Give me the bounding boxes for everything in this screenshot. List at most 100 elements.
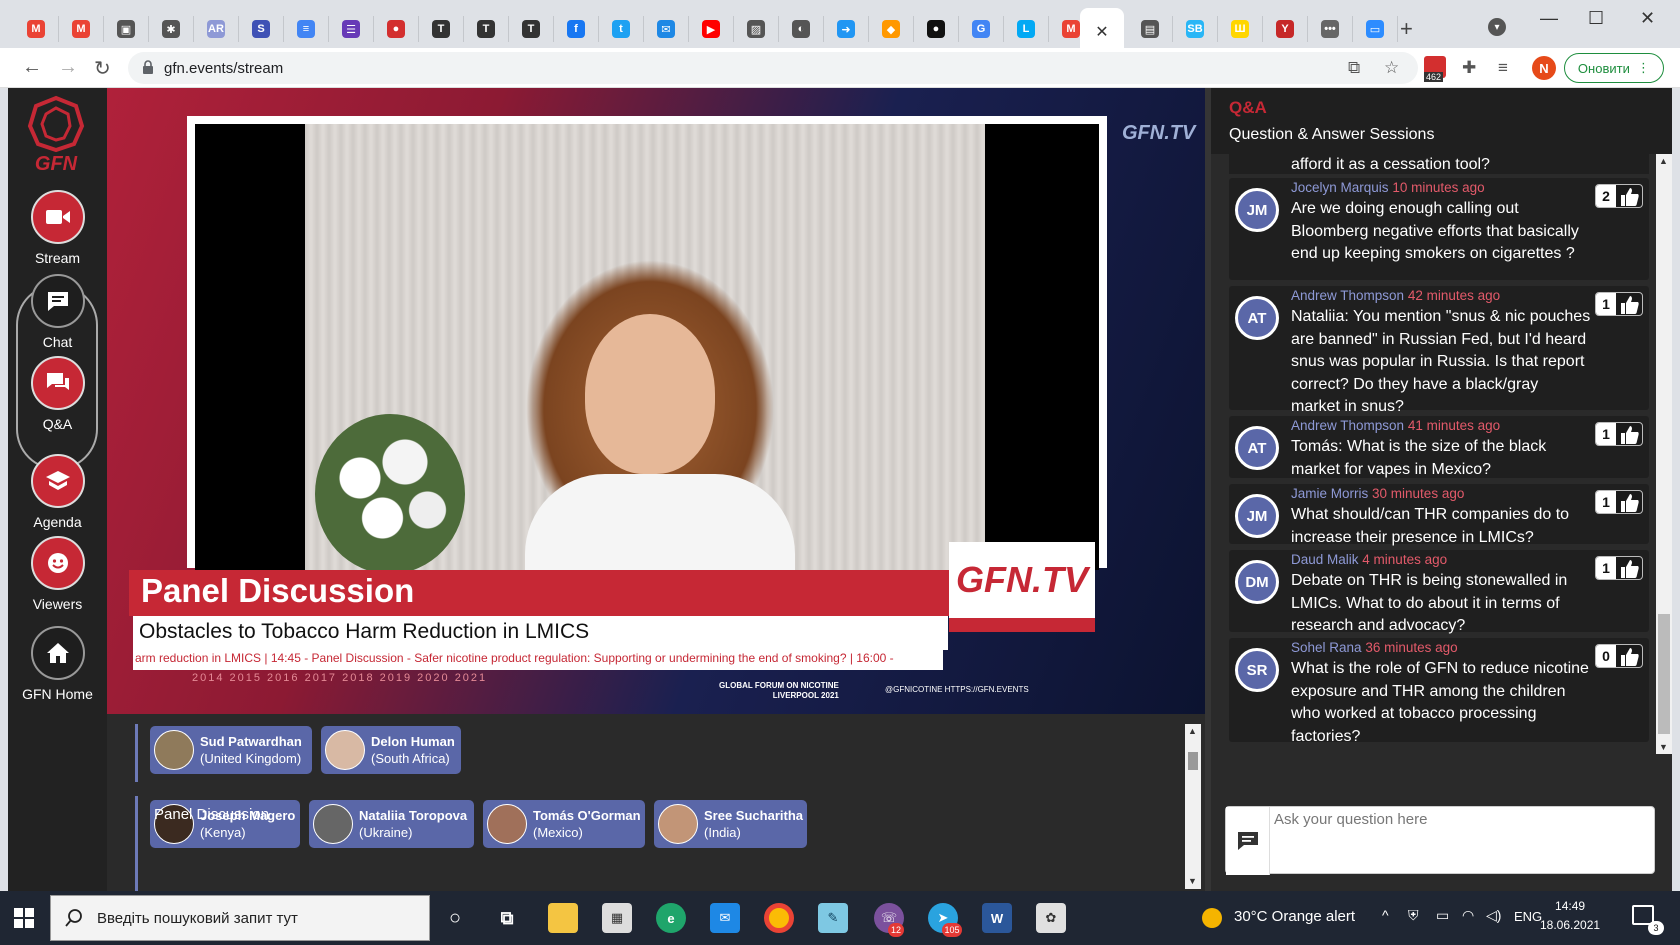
youtube-icon: ▶ xyxy=(702,20,720,38)
chrome-icon[interactable] xyxy=(764,903,794,933)
speaker-chip[interactable]: Sree Sucharitha (India) xyxy=(654,800,807,848)
nav-chat[interactable]: Chat xyxy=(8,274,107,350)
pinned-tab[interactable]: G xyxy=(959,16,1004,42)
pinned-tab[interactable]: T xyxy=(464,16,509,42)
taskbar-clock[interactable]: 14:49 18.06.2021 xyxy=(1540,897,1600,935)
notes-icon[interactable]: ✎ xyxy=(818,903,848,933)
nav-agenda[interactable]: Agenda xyxy=(8,454,107,530)
pinned-tab[interactable]: ✉ xyxy=(644,16,689,42)
pinned-tab[interactable]: ● xyxy=(914,16,959,42)
qa-question-list[interactable]: afford it as a cessation tool? JM Jocely… xyxy=(1211,154,1656,859)
word-icon[interactable]: W xyxy=(982,903,1012,933)
maximize-button[interactable]: ☐ xyxy=(1588,8,1604,29)
security-icon[interactable]: ⛨ xyxy=(1408,907,1419,924)
scroll-up-icon[interactable]: ▲ xyxy=(1659,156,1668,166)
pinned-tab[interactable]: Ш xyxy=(1218,16,1263,42)
scrollbar-thumb[interactable] xyxy=(1658,614,1670,734)
viber-badge: 12 xyxy=(888,923,904,937)
scroll-down-icon[interactable]: ▼ xyxy=(1659,742,1668,752)
forward-arrow-icon[interactable]: → xyxy=(58,56,78,79)
upvote-button[interactable]: 1 xyxy=(1595,556,1643,580)
pinned-tab[interactable]: ✱ xyxy=(149,16,194,42)
scroll-up-icon[interactable]: ▲ xyxy=(1188,726,1197,736)
question-card: DM Daud Malik 4 minutes ago Debate on TH… xyxy=(1229,550,1649,634)
speaker-chip[interactable]: Nataliia Toropova (Ukraine) xyxy=(309,800,474,848)
pinned-tab[interactable]: ▣ xyxy=(104,16,149,42)
weather-text[interactable]: 30°C Orange alert xyxy=(1234,908,1355,925)
pinned-tab[interactable]: AR xyxy=(194,16,239,42)
battery-icon[interactable]: ▭ xyxy=(1436,907,1449,924)
pinned-tab[interactable]: S xyxy=(239,16,284,42)
language-indicator[interactable]: ENG xyxy=(1514,909,1542,924)
speaker-chip[interactable]: Tomás O'Gorman (Mexico) xyxy=(483,800,645,848)
wifi-icon[interactable]: ◠ xyxy=(1462,907,1474,924)
pinned-tab[interactable]: M xyxy=(14,16,59,42)
pinned-tab[interactable]: ◆ xyxy=(869,16,914,42)
pinned-tab[interactable]: t xyxy=(599,16,644,42)
nav-gfn-home[interactable]: GFN Home xyxy=(8,626,107,702)
new-tab-button[interactable]: + xyxy=(1400,16,1413,42)
tab-search-icon[interactable]: ▾ xyxy=(1488,18,1506,36)
volume-icon[interactable]: ◁) xyxy=(1486,907,1501,924)
video-player[interactable]: GFN.TV Panel Discussion Obstacles to Tob… xyxy=(107,88,1205,714)
ask-question-input[interactable] xyxy=(1274,811,1650,869)
group-1-line xyxy=(135,724,138,782)
speaker-chip[interactable]: Delon Human (South Africa) xyxy=(321,726,461,774)
pinned-tab[interactable]: ☰ xyxy=(329,16,374,42)
nav-stream[interactable]: Stream xyxy=(8,190,107,266)
reload-icon[interactable]: ↻ xyxy=(94,56,111,81)
pinned-tab[interactable]: ▨ xyxy=(734,16,779,42)
url-text[interactable]: gfn.events/stream xyxy=(164,60,283,77)
taskbar-search[interactable]: Введіть пошуковий запит тут xyxy=(50,895,430,941)
thumbs-up-icon xyxy=(1621,494,1639,512)
bookmark-star-icon[interactable]: ☆ xyxy=(1384,58,1399,78)
pinned-tab[interactable]: ••• xyxy=(1308,16,1353,42)
nav-qa[interactable]: Q&A xyxy=(8,356,107,432)
file-explorer-icon[interactable] xyxy=(548,903,578,933)
close-tab-icon[interactable]: ✕ xyxy=(1095,22,1108,42)
pinned-tab[interactable]: T xyxy=(419,16,464,42)
cortana-icon[interactable]: ○ xyxy=(440,903,470,933)
profile-avatar[interactable]: N xyxy=(1532,56,1556,80)
pinned-tab[interactable]: ▶ xyxy=(689,16,734,42)
pinned-tab[interactable]: Y xyxy=(1263,16,1308,42)
back-arrow-icon[interactable]: ← xyxy=(22,56,42,79)
address-bar[interactable]: gfn.events/stream xyxy=(128,52,1418,84)
close-window-button[interactable]: ✕ xyxy=(1640,8,1655,29)
pinned-tab[interactable]: ▤ xyxy=(1128,16,1173,42)
qa-scrollbar[interactable]: ▲ ▼ xyxy=(1656,154,1672,754)
scrollbar-thumb[interactable] xyxy=(1188,752,1198,770)
pinned-tab[interactable]: ◐ xyxy=(779,16,824,42)
pinned-tab[interactable]: ▭ xyxy=(1353,16,1398,42)
pinned-tab[interactable]: M xyxy=(59,16,104,42)
minimize-button[interactable]: — xyxy=(1540,8,1558,29)
upvote-button[interactable]: 0 xyxy=(1595,644,1643,668)
gfn-logo[interactable]: GFN xyxy=(24,94,88,174)
task-view-icon[interactable]: ⧉ xyxy=(492,903,522,933)
extensions-puzzle-icon[interactable]: ✚ xyxy=(1462,58,1476,78)
update-button[interactable]: Оновити ⋮ xyxy=(1564,53,1664,83)
scroll-down-icon[interactable]: ▼ xyxy=(1188,876,1197,886)
speaker-chip[interactable]: Sud Patwardhan (United Kingdom) xyxy=(150,726,312,774)
mail-icon[interactable]: ✉ xyxy=(710,903,740,933)
speakers-scrollbar[interactable]: ▲ ▼ xyxy=(1185,724,1201,889)
translate-icon[interactable]: ⧉ xyxy=(1348,58,1360,78)
upvote-button[interactable]: 1 xyxy=(1595,490,1643,514)
paint-icon[interactable]: ✿ xyxy=(1036,903,1066,933)
pinned-tab[interactable]: ● xyxy=(374,16,419,42)
nav-viewers[interactable]: Viewers xyxy=(8,536,107,612)
upvote-button[interactable]: 1 xyxy=(1595,422,1643,446)
pinned-tab[interactable]: T xyxy=(509,16,554,42)
windows-start-icon[interactable] xyxy=(14,908,34,928)
upvote-button[interactable]: 1 xyxy=(1595,292,1643,316)
reading-list-icon[interactable]: ≡ xyxy=(1498,58,1508,78)
pinned-tab[interactable]: f xyxy=(554,16,599,42)
upvote-button[interactable]: 2 xyxy=(1595,184,1643,208)
pinned-tab[interactable]: SB xyxy=(1173,16,1218,42)
edge-icon[interactable]: e xyxy=(656,903,686,933)
pinned-tab[interactable]: L xyxy=(1004,16,1049,42)
tray-chevron-icon[interactable]: ^ xyxy=(1382,907,1389,923)
store-icon[interactable]: ▦ xyxy=(602,903,632,933)
pinned-tab[interactable]: ≡ xyxy=(284,16,329,42)
pinned-tab[interactable]: ➜ xyxy=(824,16,869,42)
